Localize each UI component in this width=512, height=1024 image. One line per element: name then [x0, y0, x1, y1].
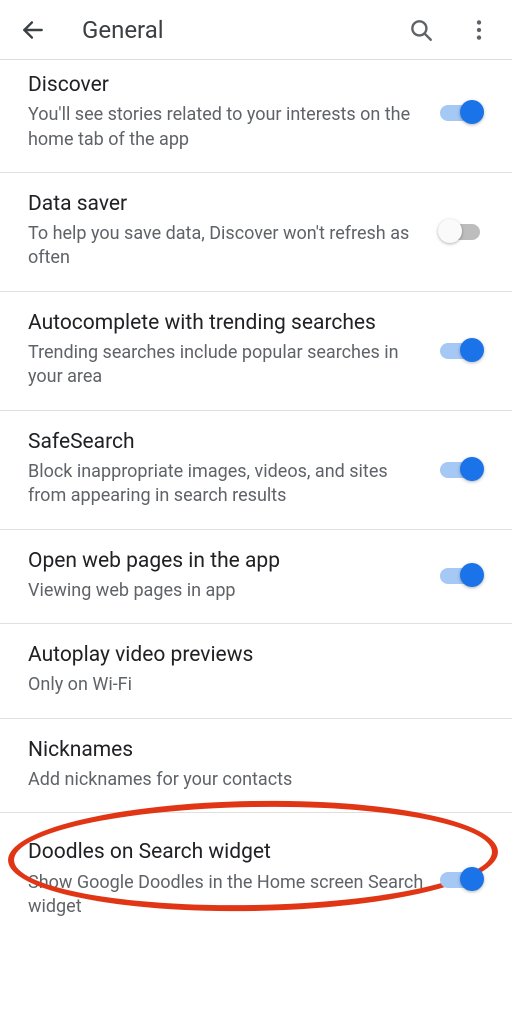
setting-desc: Viewing web pages in app — [28, 579, 424, 603]
setting-desc: Show Google Doodles in the Home screen S… — [28, 871, 424, 920]
switch-thumb — [460, 457, 484, 481]
setting-title: Discover — [28, 72, 424, 99]
page-title: General — [82, 16, 406, 44]
setting-autoplay[interactable]: Autoplay video previews Only on Wi-Fi — [0, 624, 512, 719]
setting-title: Doodles on Search widget — [28, 839, 424, 866]
setting-discover[interactable]: Discover You'll see stories related to y… — [0, 60, 512, 173]
arrow-back-icon — [20, 17, 46, 43]
settings-list: Discover You'll see stories related to y… — [0, 60, 512, 959]
setting-desc: Only on Wi-Fi — [28, 673, 468, 697]
setting-doodles[interactable]: Doodles on Search widget Show Google Doo… — [0, 813, 512, 939]
setting-desc: Block inappropriate images, videos, and … — [28, 460, 424, 509]
setting-desc: Add nicknames for your contacts — [28, 768, 468, 792]
setting-title: SafeSearch — [28, 429, 424, 456]
open-web-toggle[interactable] — [440, 561, 484, 589]
more-vert-icon — [466, 17, 492, 43]
setting-text: Open web pages in the app Viewing web pa… — [28, 548, 440, 604]
data-saver-toggle[interactable] — [440, 217, 484, 245]
switch-thumb — [438, 219, 462, 243]
setting-desc: To help you save data, Discover won't re… — [28, 222, 424, 271]
setting-safesearch[interactable]: SafeSearch Block inappropriate images, v… — [0, 411, 512, 530]
setting-data-saver[interactable]: Data saver To help you save data, Discov… — [0, 173, 512, 292]
discover-toggle[interactable] — [440, 98, 484, 126]
setting-text: Nicknames Add nicknames for your contact… — [28, 737, 484, 793]
switch-thumb — [460, 563, 484, 587]
back-button[interactable] — [18, 15, 48, 45]
setting-desc: Trending searches include popular search… — [28, 341, 424, 390]
setting-text: SafeSearch Block inappropriate images, v… — [28, 429, 440, 509]
setting-title: Data saver — [28, 191, 424, 218]
setting-title: Open web pages in the app — [28, 548, 424, 575]
setting-title: Autoplay video previews — [28, 642, 468, 669]
switch-thumb — [460, 338, 484, 362]
setting-text: Discover You'll see stories related to y… — [28, 72, 440, 152]
setting-text: Autocomplete with trending searches Tren… — [28, 310, 440, 390]
search-icon — [408, 17, 434, 43]
switch-thumb — [460, 100, 484, 124]
search-button[interactable] — [406, 15, 436, 45]
setting-title: Nicknames — [28, 737, 468, 764]
setting-autocomplete[interactable]: Autocomplete with trending searches Tren… — [0, 292, 512, 411]
safesearch-toggle[interactable] — [440, 455, 484, 483]
switch-thumb — [460, 867, 484, 891]
setting-text: Autoplay video previews Only on Wi-Fi — [28, 642, 484, 698]
setting-text: Doodles on Search widget Show Google Doo… — [28, 839, 440, 919]
doodles-toggle[interactable] — [440, 865, 484, 893]
setting-title: Autocomplete with trending searches — [28, 310, 424, 337]
setting-text: Data saver To help you save data, Discov… — [28, 191, 440, 271]
setting-desc: You'll see stories related to your inter… — [28, 103, 424, 152]
autocomplete-toggle[interactable] — [440, 336, 484, 364]
app-bar: General — [0, 0, 512, 60]
overflow-menu-button[interactable] — [464, 15, 494, 45]
setting-open-web[interactable]: Open web pages in the app Viewing web pa… — [0, 530, 512, 625]
setting-nicknames[interactable]: Nicknames Add nicknames for your contact… — [0, 719, 512, 814]
